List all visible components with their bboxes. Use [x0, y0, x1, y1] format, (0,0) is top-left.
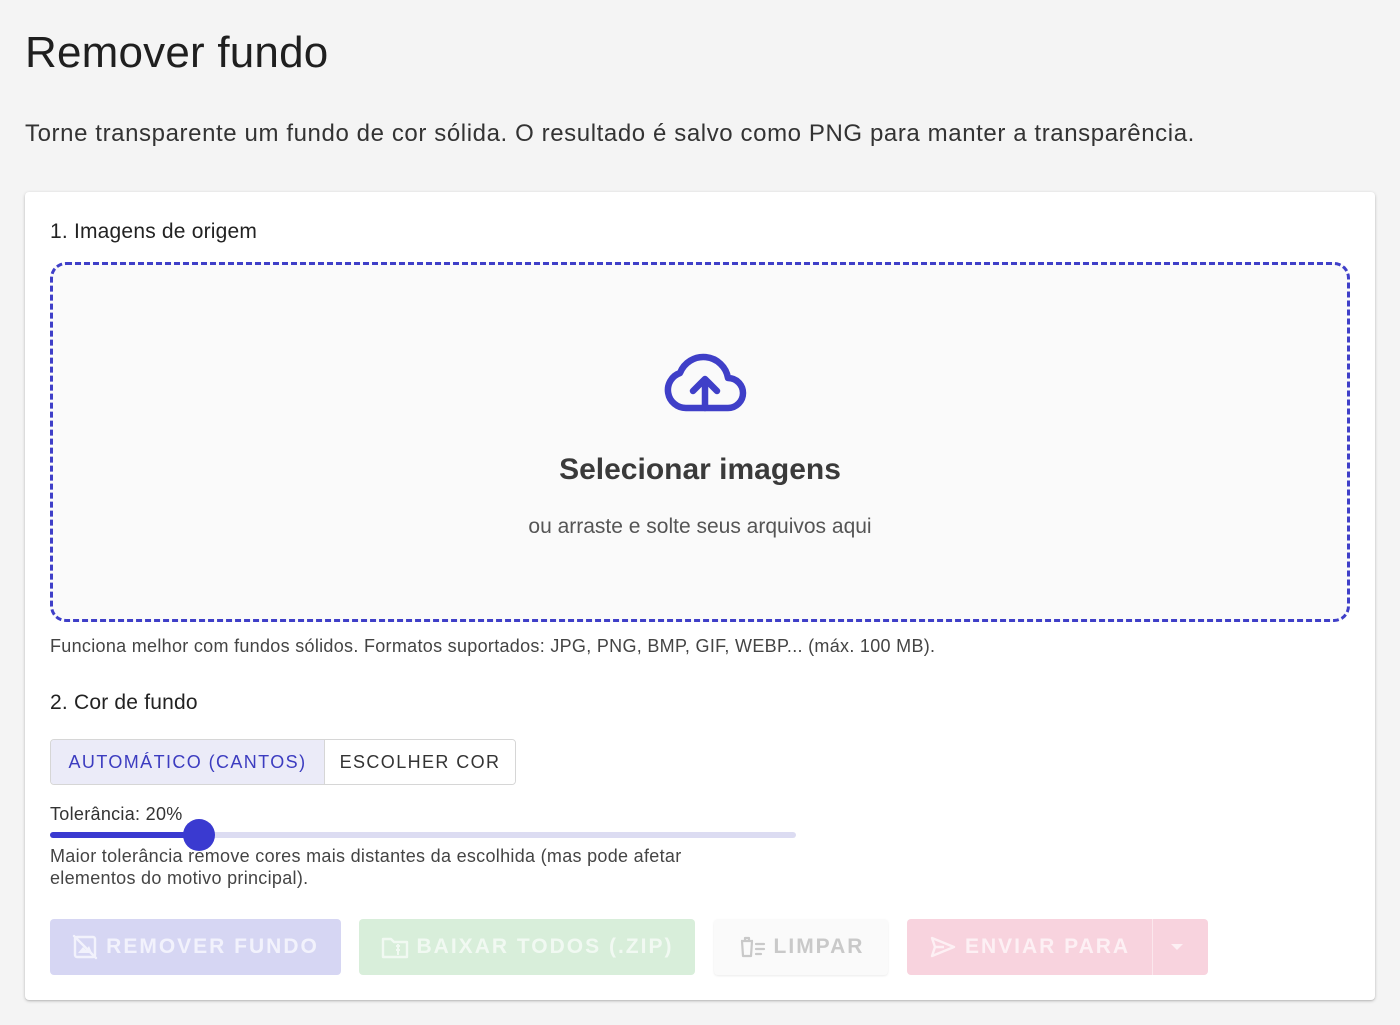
mode-choose-color[interactable]: ESCOLHER COR — [325, 740, 515, 784]
page-title: Remover fundo — [25, 28, 329, 77]
send-to-split-button: ENVIAR PARA — [907, 919, 1208, 975]
tolerance-help: Maior tolerância remove cores mais dista… — [50, 846, 682, 888]
dropzone-title: Selecionar imagens — [559, 453, 841, 486]
delete-list-icon — [740, 936, 765, 958]
dropzone-subtitle: ou arraste e solte seus arquivos aqui — [528, 515, 872, 538]
send-to-label: ENVIAR PARA — [964, 935, 1131, 958]
background-mode-toggle: AUTOMÁTICO (CANTOS) ESCOLHER COR — [50, 739, 516, 785]
tolerance-slider-fill — [50, 832, 200, 838]
source-section-title: 1. Imagens de origem — [50, 220, 258, 243]
send-to-dropdown-button[interactable] — [1152, 919, 1208, 975]
clear-label: LIMPAR — [773, 935, 865, 958]
mode-auto-corners[interactable]: AUTOMÁTICO (CANTOS) — [51, 740, 325, 784]
remove-background-label: REMOVER FUNDO — [106, 935, 319, 958]
cloud-upload-icon — [664, 353, 747, 412]
clear-button[interactable]: LIMPAR — [714, 919, 888, 975]
page-description: Torne transparente um fundo de cor sólid… — [25, 120, 1195, 147]
tolerance-label: Tolerância: 20% — [50, 804, 183, 824]
image-off-icon — [72, 934, 98, 960]
tolerance-slider[interactable] — [50, 819, 796, 851]
supported-formats-hint: Funciona melhor com fundos sólidos. Form… — [50, 636, 936, 656]
send-to-button[interactable]: ENVIAR PARA — [907, 919, 1152, 975]
action-bar: REMOVER FUNDO BAIXAR TODOS (.ZIP) LIMPAR… — [50, 919, 1208, 975]
folder-zip-icon — [381, 937, 408, 959]
send-icon — [930, 936, 956, 958]
background-section-title: 2. Cor de fundo — [50, 691, 198, 714]
download-all-zip-button[interactable]: BAIXAR TODOS (.ZIP) — [359, 919, 695, 975]
main-card: 1. Imagens de origem Selecionar imagens … — [25, 192, 1375, 1000]
remove-background-button[interactable]: REMOVER FUNDO — [50, 919, 341, 975]
download-all-zip-label: BAIXAR TODOS (.ZIP) — [416, 935, 674, 958]
caret-down-icon — [1170, 944, 1183, 950]
image-dropzone[interactable]: Selecionar imagens ou arraste e solte se… — [50, 262, 1350, 622]
